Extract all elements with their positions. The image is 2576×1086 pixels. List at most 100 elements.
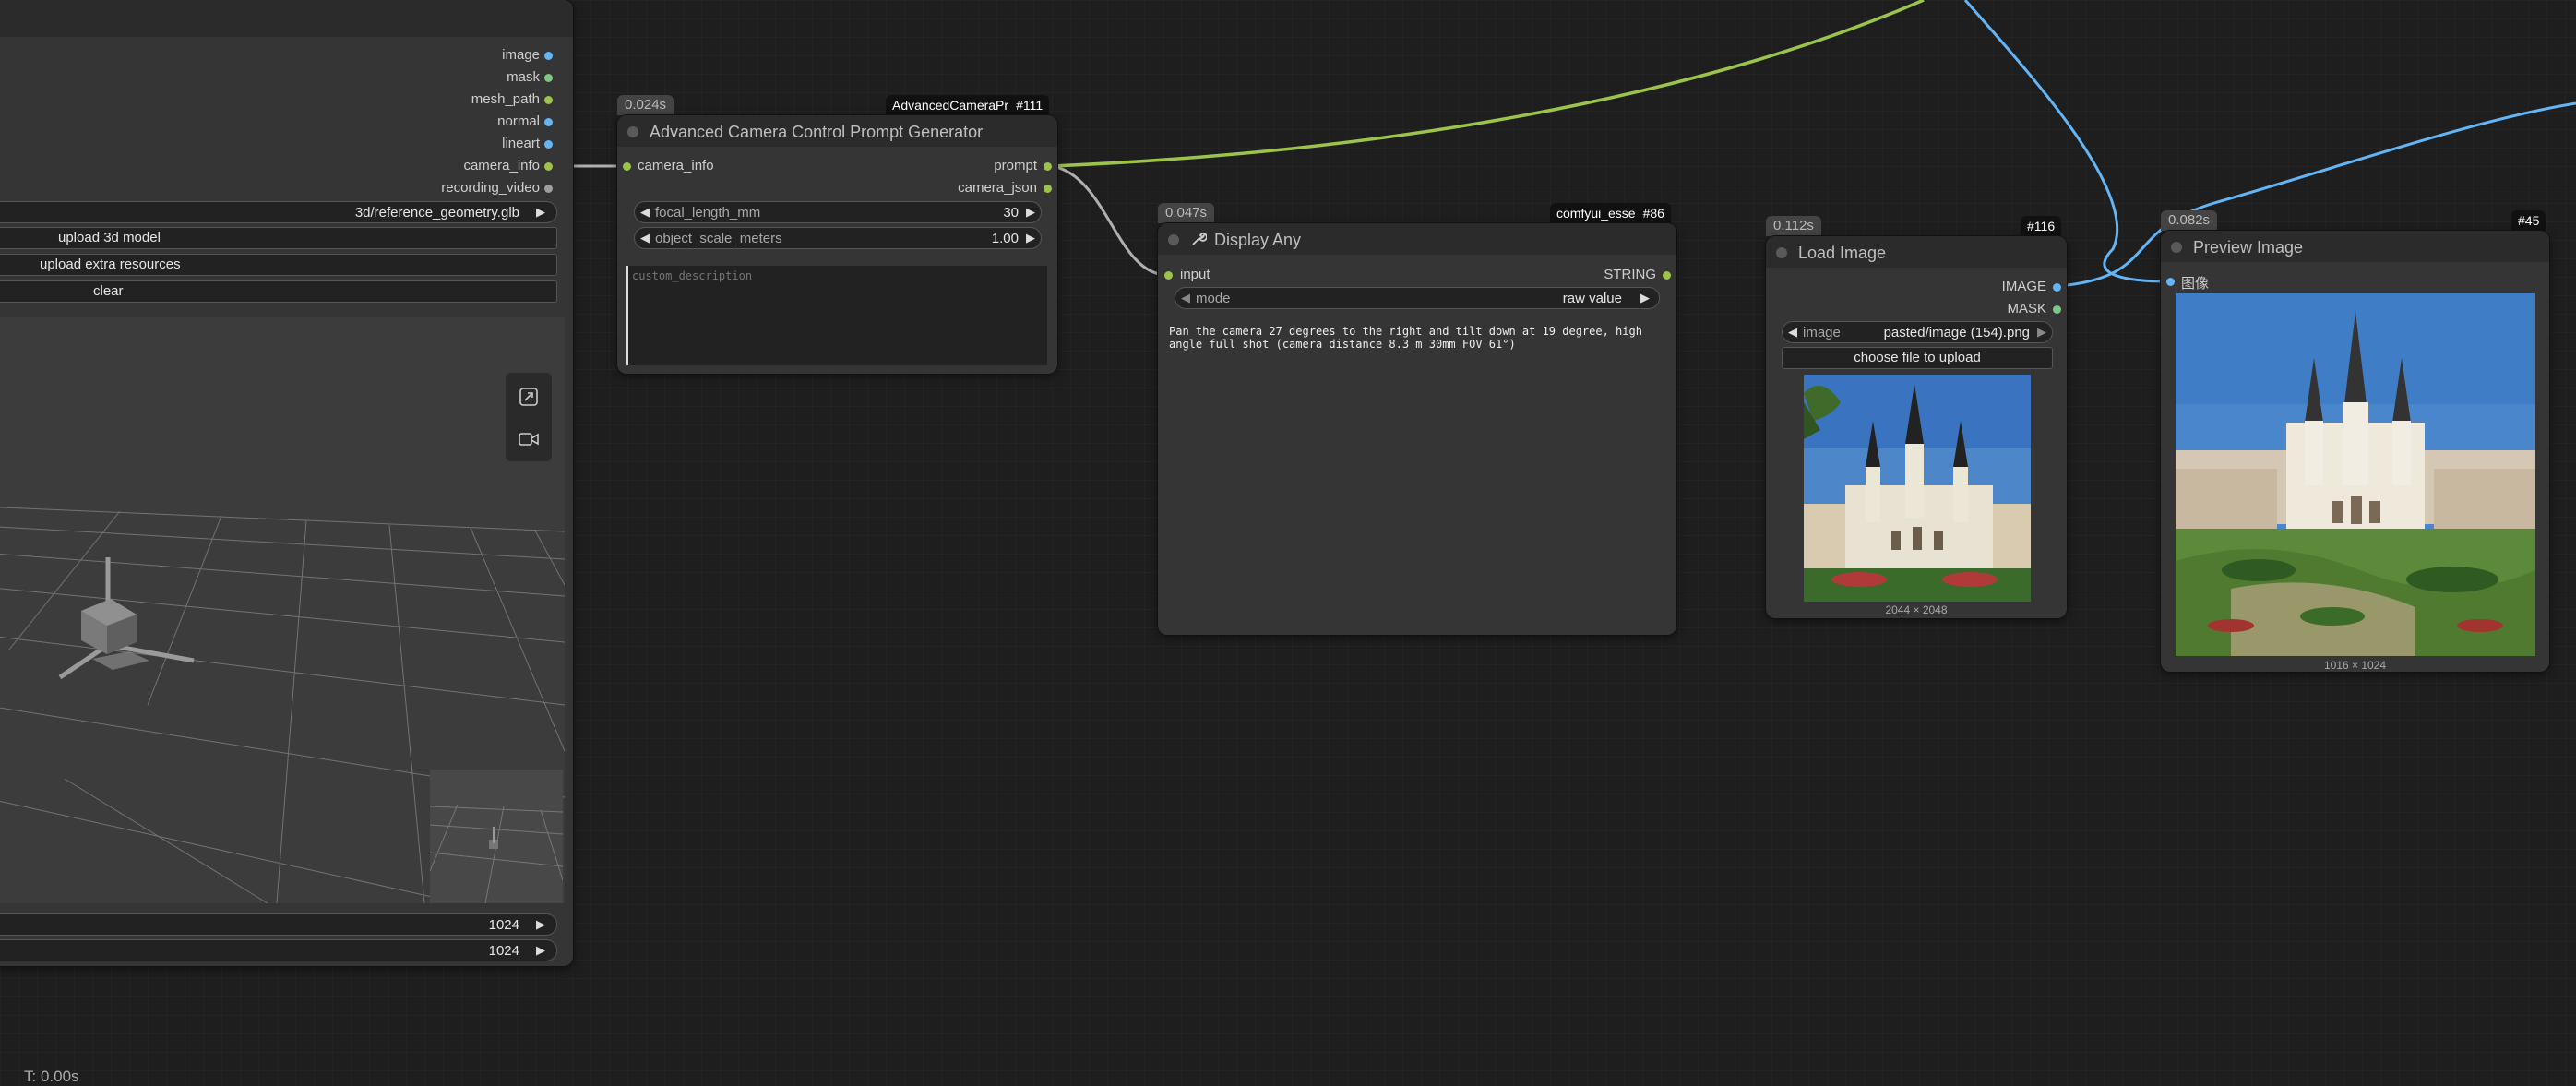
image-file-prev-icon[interactable]: ◀	[1788, 325, 1797, 340]
object-scale-input[interactable]: ◀ object_scale_meters 1.00 ▶	[634, 227, 1042, 249]
width-increment-icon[interactable]: ▶	[536, 917, 545, 932]
model-file-value: 3d/reference_geometry.glb	[354, 205, 519, 221]
output-label-camera-json: camera_json	[958, 180, 1037, 196]
display-output-text: Pan the camera 27 degrees to the right a…	[1169, 325, 1667, 351]
object-scale-value: 1.00	[991, 231, 1019, 246]
output-dot-mask-out[interactable]	[2053, 305, 2061, 314]
choose-file-label: choose file to upload	[1854, 350, 1981, 365]
height-value: 1024	[488, 943, 519, 959]
preview-node-collapse-dot[interactable]	[2171, 242, 2182, 253]
input-dot-camera-info[interactable]	[623, 162, 631, 171]
preview-node-tag-id: #45	[2518, 213, 2540, 228]
output-dot-normal[interactable]	[544, 118, 553, 126]
clear-label: clear	[93, 283, 124, 299]
model-file-combo[interactable]: 3d/reference_geometry.glb ▶	[0, 201, 557, 223]
output-label-recording-video: recording_video	[441, 180, 540, 196]
model-file-next-icon[interactable]: ▶	[536, 205, 545, 220]
custom-description-textarea[interactable]	[626, 266, 1047, 365]
fit-view-icon[interactable]	[519, 388, 538, 406]
output-label-lineart: lineart	[502, 136, 540, 151]
loaded-image-dimensions: 2044 × 2048	[1885, 603, 1948, 616]
viewport-toolbar	[506, 373, 552, 461]
image-file-label: image	[1803, 325, 1841, 340]
preview-node-timing: 0.082s	[2161, 210, 2218, 231]
preview-image-dimensions: 1016 × 1024	[2323, 659, 2387, 672]
camera-node-title: Advanced Camera Control Prompt Generator	[650, 123, 984, 141]
display-node-tag-id: #86	[1642, 206, 1664, 221]
output-label-mask-out: MASK	[2007, 301, 2046, 316]
output-dot-lineart[interactable]	[544, 140, 553, 149]
load3d-node[interactable]: image mask mesh_path normal lineart came…	[0, 0, 573, 966]
output-label-mask: mask	[507, 69, 540, 85]
output-dot-prompt[interactable]	[1044, 162, 1052, 171]
record-video-icon[interactable]	[519, 432, 539, 447]
camera-node-collapse-dot[interactable]	[627, 126, 638, 137]
display-node-tag: comfyui_esse #86	[1550, 203, 1671, 223]
image-file-next-icon[interactable]: ▶	[2037, 325, 2046, 340]
height-increment-icon[interactable]: ▶	[536, 943, 545, 958]
output-dot-mesh-path[interactable]	[544, 96, 553, 104]
object-scale-decrement-icon[interactable]: ◀	[640, 231, 650, 245]
load-image-tag-id: #116	[2027, 219, 2056, 233]
focal-length-label: focal_length_mm	[655, 205, 761, 221]
mode-label: mode	[1196, 291, 1231, 306]
object-scale-increment-icon[interactable]: ▶	[1026, 231, 1035, 245]
output-label-mesh-path: mesh_path	[471, 91, 540, 107]
output-dot-image-out[interactable]	[2053, 283, 2061, 292]
image-file-combo[interactable]: ◀ image pasted/image (154).png ▶	[1782, 321, 2053, 343]
input-dot-input[interactable]	[1164, 271, 1173, 280]
camera-mini-preview	[430, 770, 563, 903]
link-prompt-to-display	[1051, 164, 1168, 277]
mode-prev-icon[interactable]: ◀	[1181, 291, 1190, 305]
camera-node-tag: AdvancedCameraPr #111	[886, 95, 1050, 115]
clear-button[interactable]: clear	[0, 280, 557, 303]
mode-combo[interactable]: ◀ mode raw value ▶	[1175, 287, 1660, 309]
3d-viewport[interactable]	[0, 317, 565, 903]
height-input[interactable]: 1024 ▶	[0, 939, 557, 961]
preview-image-node[interactable]: Preview Image 图像 1016 × 1024	[2161, 231, 2549, 672]
output-dot-image[interactable]	[544, 52, 553, 60]
output-label-image: image	[502, 47, 540, 63]
display-node-timing: 0.047s	[1158, 203, 1215, 223]
display-node-collapse-dot[interactable]	[1168, 234, 1179, 245]
display-output-line-1: Pan the camera 27 degrees to the right a…	[1169, 325, 1642, 338]
preview-node-tag: #45	[2511, 210, 2546, 231]
load-image-title: Load Image	[1798, 244, 1887, 262]
load-image-node[interactable]: Load Image IMAGE MASK ◀ image pasted/ima…	[1766, 236, 2067, 618]
output-dot-camera-json[interactable]	[1044, 185, 1052, 193]
input-label-images: 图像	[2181, 276, 2210, 292]
input-dot-images[interactable]	[2166, 278, 2175, 286]
output-dot-recording-video[interactable]	[544, 185, 553, 193]
output-dot-mask[interactable]	[544, 74, 553, 82]
load-image-timing: 0.112s	[1766, 216, 1821, 236]
load-image-collapse-dot[interactable]	[1776, 247, 1787, 258]
input-label-input: input	[1180, 267, 1210, 282]
display-output-line-2: angle full shot (camera distance 8.3 m 3…	[1169, 338, 1516, 351]
wrench-icon	[1192, 233, 1207, 245]
camera-node-tag-id: #111	[1016, 98, 1044, 113]
output-label-string: STRING	[1604, 267, 1656, 282]
output-dot-string[interactable]	[1663, 271, 1671, 280]
focal-length-decrement-icon[interactable]: ◀	[640, 205, 650, 220]
width-input[interactable]: 1024 ▶	[0, 913, 557, 936]
focal-length-input[interactable]: ◀ focal_length_mm 30 ▶	[634, 201, 1042, 223]
output-label-normal: normal	[497, 113, 540, 129]
loaded-image-thumbnail	[1804, 375, 2031, 602]
preview-node-title: Preview Image	[2193, 238, 2304, 257]
upload-3d-model-button[interactable]: upload 3d model	[0, 227, 557, 249]
width-value: 1024	[488, 917, 519, 933]
mode-next-icon[interactable]: ▶	[1640, 291, 1650, 305]
object-scale-label: object_scale_meters	[655, 231, 782, 246]
camera-prompt-node[interactable]: Advanced Camera Control Prompt Generator…	[617, 115, 1057, 374]
display-node-title: Display Any	[1214, 231, 1302, 249]
upload-extra-resources-label: upload extra resources	[40, 257, 181, 272]
choose-file-button[interactable]: choose file to upload	[1782, 347, 2053, 369]
input-label-camera-info: camera_info	[638, 158, 714, 173]
upload-extra-resources-button[interactable]: upload extra resources	[0, 254, 557, 276]
execution-timer: T: 0.00s	[24, 1068, 79, 1085]
mode-value: raw value	[1562, 291, 1622, 306]
output-dot-camera-info[interactable]	[544, 162, 553, 171]
display-any-node[interactable]: Display Any input STRING ◀ mode raw valu…	[1158, 223, 1676, 635]
focal-length-increment-icon[interactable]: ▶	[1026, 205, 1035, 220]
upload-3d-model-label: upload 3d model	[58, 230, 161, 245]
